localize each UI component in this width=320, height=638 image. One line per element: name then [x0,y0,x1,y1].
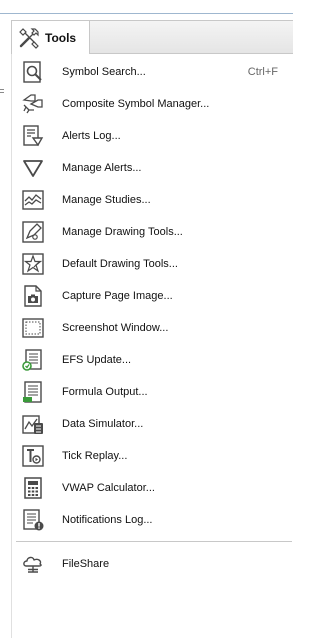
menu-item-manage-alerts[interactable]: Manage Alerts... [12,152,294,184]
fileshare-icon [21,552,45,576]
menu-item-formula-output[interactable]: Formula Output... [12,376,294,408]
menu-item-label: Screenshot Window... [62,322,169,334]
menu-item-shortcut: Ctrl+F [247,66,278,78]
menu-item-composite-symbol-manager[interactable]: Composite Symbol Manager... [12,88,294,120]
manage-drawing-tools-icon [21,220,45,244]
menu-item-alerts-log[interactable]: Alerts Log... [12,120,294,152]
menu-item-label: VWAP Calculator... [62,482,155,494]
window-top-strip [0,0,293,14]
data-simulator-icon [21,412,45,436]
menu-item-label: Manage Drawing Tools... [62,226,183,238]
menu-item-label: Composite Symbol Manager... [62,98,210,110]
menu-item-manage-drawing-tools[interactable]: Manage Drawing Tools... [12,216,294,248]
menu-item-screenshot-window[interactable]: Screenshot Window... [12,312,294,344]
menu-item-label: Manage Studies... [62,194,151,206]
menu-item-label: Manage Alerts... [62,162,142,174]
menu-item-label: Tick Replay... [62,450,128,462]
menu-item-tick-replay[interactable]: Tick Replay... [12,440,294,472]
ribbon-tab-bar: Tools [11,20,293,54]
formula-output-icon [21,380,45,404]
menu-item-label: Notifications Log... [62,514,153,526]
menu-item-label: Default Drawing Tools... [62,258,178,270]
menu-item-notifications-log[interactable]: Notifications Log... [12,504,294,536]
menu-item-fileshare[interactable]: FileShare [12,548,294,580]
menu-item-label: Symbol Search... [62,66,146,78]
tick-replay-icon [21,444,45,468]
menu-item-label: Data Simulator... [62,418,144,430]
composite-symbol-icon [21,92,45,116]
menu-item-label: EFS Update... [62,354,132,366]
menu-item-label: Formula Output... [62,386,148,398]
left-edge-ticks [0,56,4,638]
menu-item-vwap-calculator[interactable]: VWAP Calculator... [12,472,294,504]
manage-alerts-icon [21,156,45,180]
manage-studies-icon [21,188,45,212]
alerts-log-icon [21,124,45,148]
menu-item-label: FileShare [62,558,110,570]
camera-icon [21,284,45,308]
symbol-search-icon [21,60,45,84]
default-drawing-tools-icon [21,252,45,276]
tab-tools[interactable]: Tools [12,21,90,54]
tools-menu: Symbol Search... Ctrl+F Composite Symbol… [11,54,293,638]
menu-item-label: Capture Page Image... [62,290,173,302]
menu-item-capture-page-image[interactable]: Capture Page Image... [12,280,294,312]
screenshot-window-icon [21,316,45,340]
tab-tools-label: Tools [45,30,77,45]
menu-item-data-simulator[interactable]: Data Simulator... [12,408,294,440]
notifications-log-icon [21,508,45,532]
efs-update-icon [21,348,45,372]
menu-item-efs-update[interactable]: EFS Update... [12,344,294,376]
menu-item-symbol-search[interactable]: Symbol Search... Ctrl+F [12,56,294,88]
tools-icon [18,27,40,49]
menu-item-label: Alerts Log... [62,130,121,142]
menu-item-default-drawing-tools[interactable]: Default Drawing Tools... [12,248,294,280]
menu-separator [16,541,292,542]
menu-item-manage-studies[interactable]: Manage Studies... [12,184,294,216]
calculator-icon [21,476,45,500]
